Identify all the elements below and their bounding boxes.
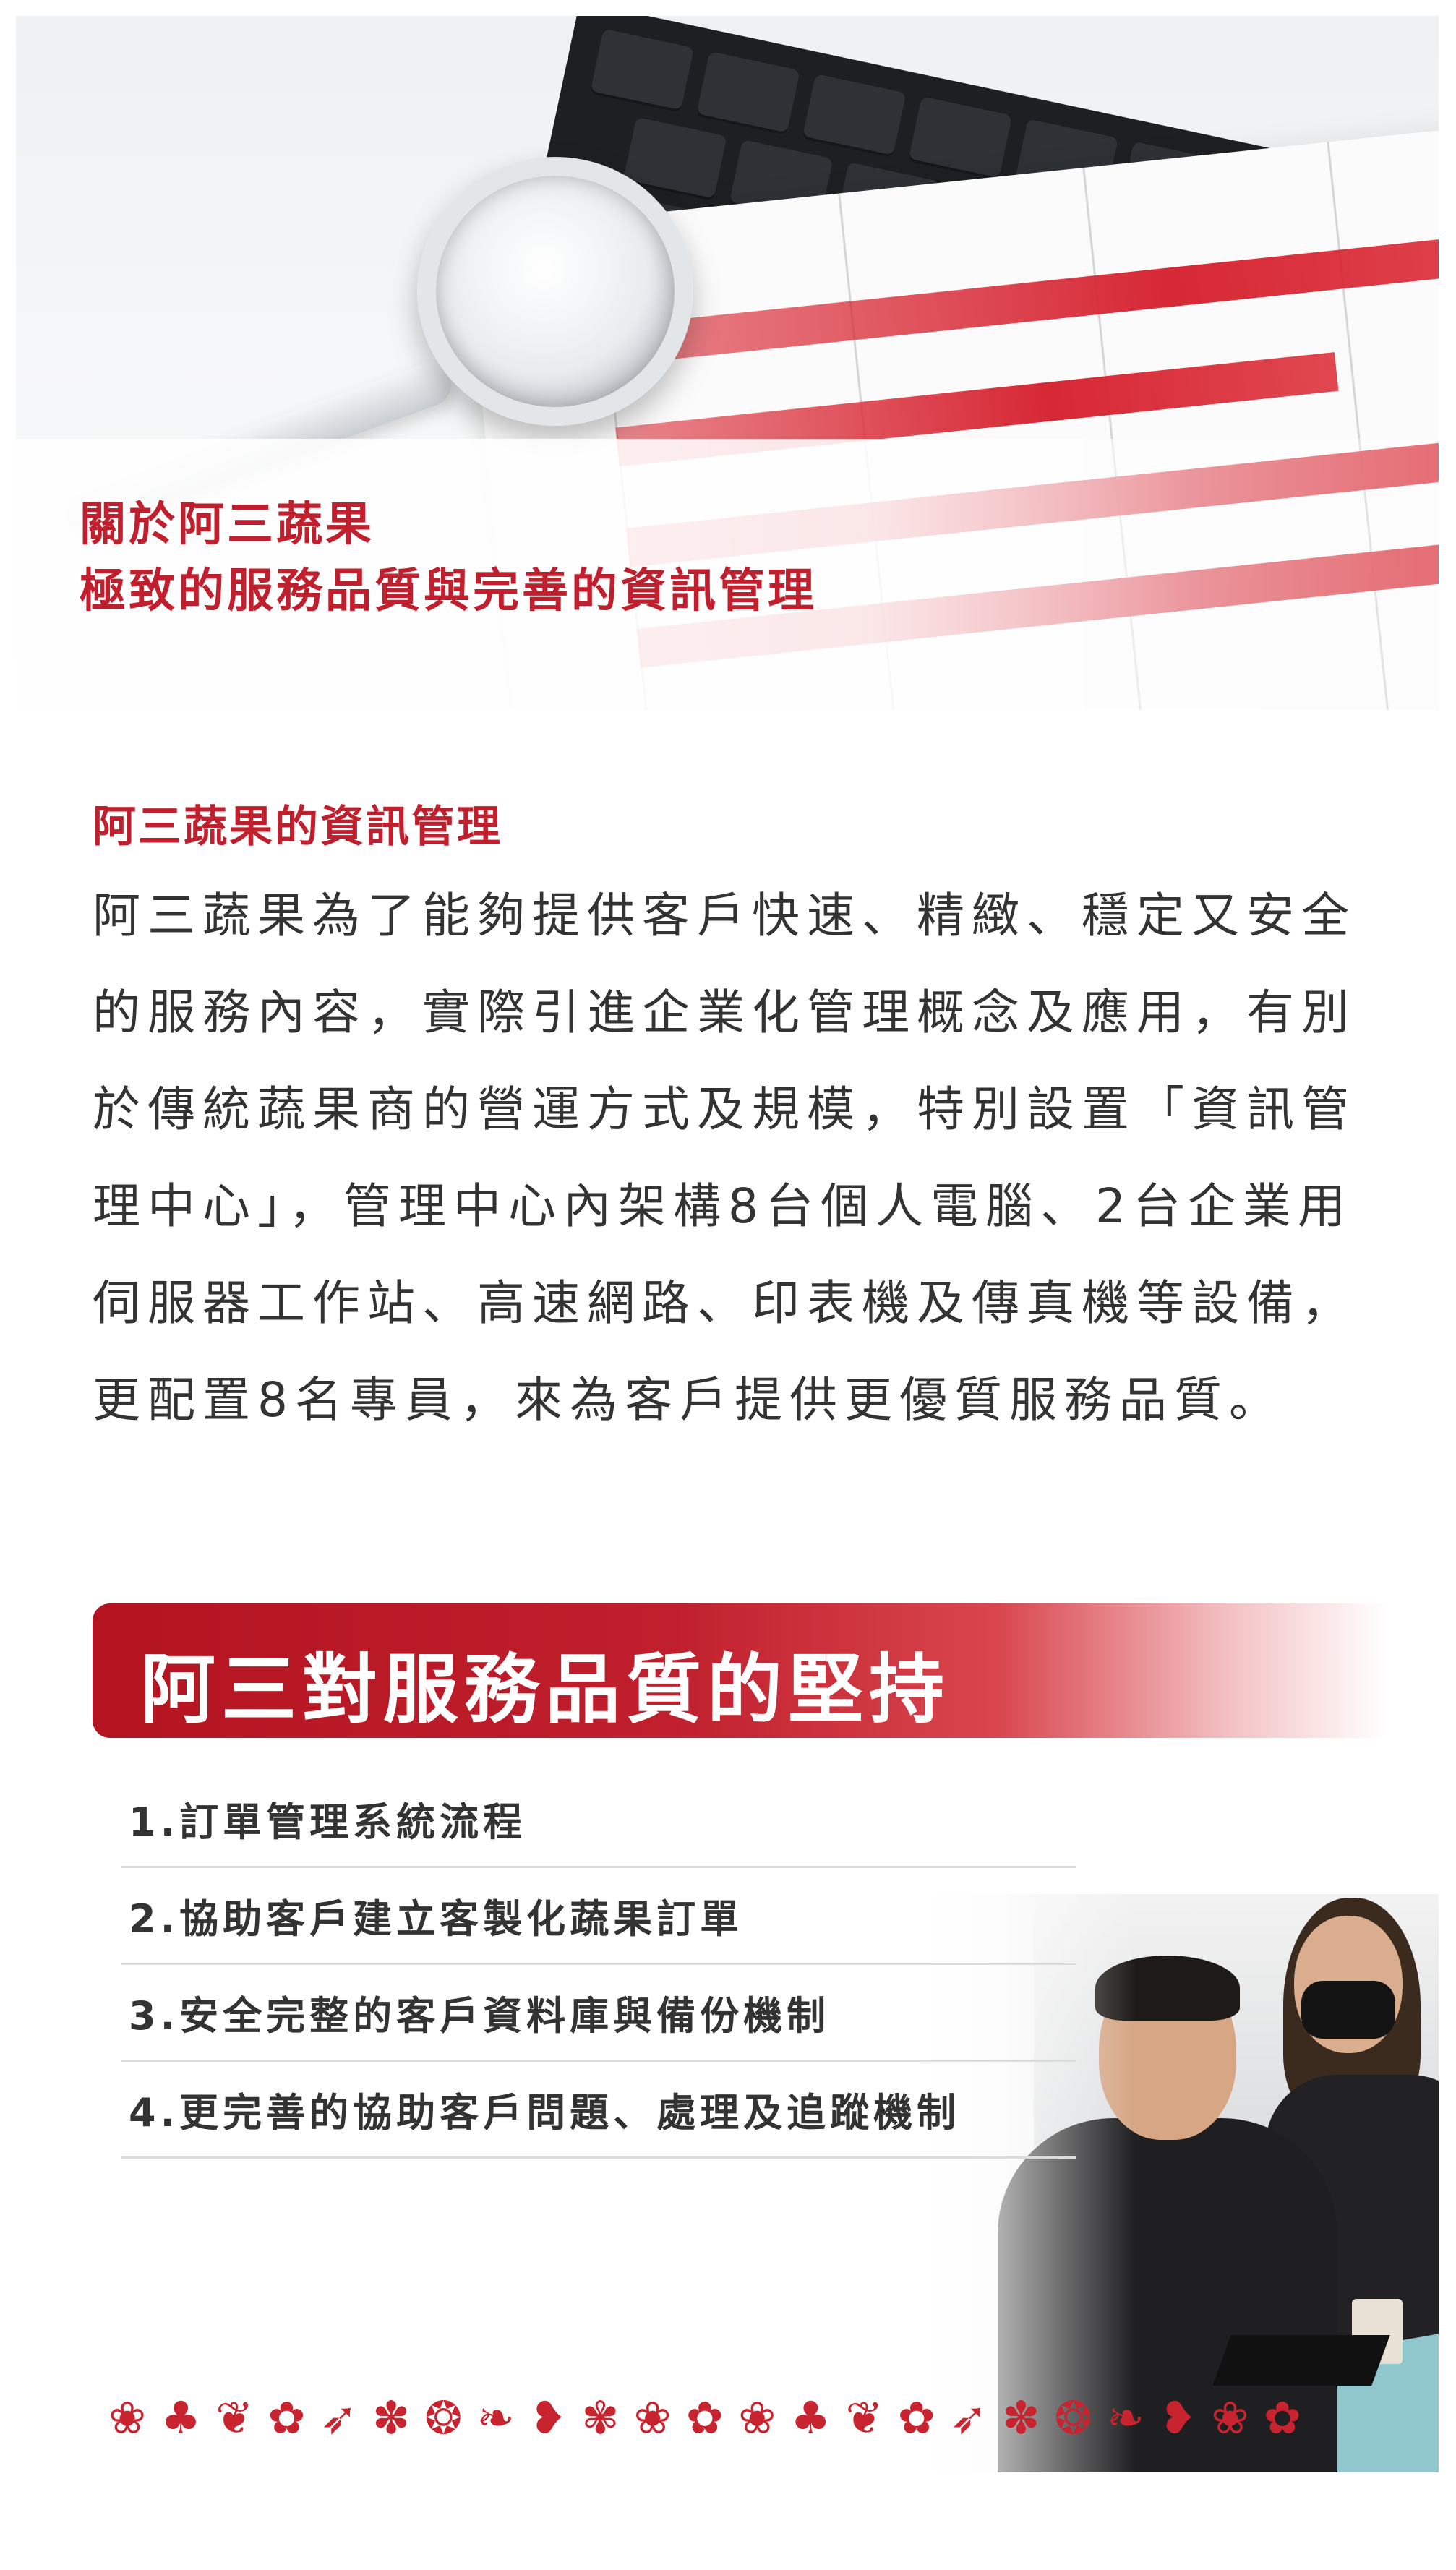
carrot-icon: ➶ <box>950 2391 988 2444</box>
cabbage-icon: ✾ <box>581 2391 620 2444</box>
pumpkin-icon: ✿ <box>897 2391 935 2444</box>
info-paragraph: 阿三蔬果為了能夠提供客戶快速、精緻、穩定又安全的服務內容，實際引進企業化管理概念… <box>93 888 1356 1428</box>
pumpkin-icon: ✿ <box>267 2391 306 2444</box>
info-heading: 阿三蔬果的資訊管理 <box>93 802 502 852</box>
radish-icon: ❧ <box>1106 2391 1144 2444</box>
commitment-item-1: 1.訂單管理系統流程 <box>121 1771 1076 1868</box>
mushroom-icon: ♣ <box>160 2391 201 2444</box>
tomato-icon: ✽ <box>372 2391 411 2444</box>
pepper-icon: ❥ <box>529 2391 567 2444</box>
commitment-item-4: 4.更完善的協助客戶問題、處理及追蹤機制 <box>121 2062 1076 2159</box>
tomato-icon: ✽ <box>1002 2391 1040 2444</box>
eggplant-icon: ❦ <box>845 2391 883 2444</box>
commitment-list: 1.訂單管理系統流程 2.協助客戶建立客製化蔬果訂單 3.安全完整的客戶資料庫與… <box>121 1771 1076 2159</box>
magnifying-glass-icon <box>417 157 693 426</box>
broccoli-icon: ❀ <box>108 2391 146 2444</box>
pumpkin-icon: ✿ <box>685 2391 724 2444</box>
hero-title-line-2: 極致的服務品質與完善的資訊管理 <box>80 565 817 618</box>
pumpkin-icon: ✿ <box>1263 2391 1301 2444</box>
onion-icon: ❂ <box>424 2391 463 2444</box>
broccoli-icon: ❀ <box>738 2391 776 2444</box>
commitment-title: 阿三對服務品質的堅持 <box>140 1645 951 1734</box>
commitment-banner: 阿三對服務品質的堅持 <box>93 1603 1387 1738</box>
onion-icon: ❂ <box>1054 2391 1092 2444</box>
mushroom-icon: ♣ <box>790 2391 831 2444</box>
commitment-item-2: 2.協助客戶建立客製化蔬果訂單 <box>121 1868 1076 1965</box>
carrot-icon: ➶ <box>320 2391 358 2444</box>
broccoli-icon: ❀ <box>633 2391 672 2444</box>
produce-border: ❀ ♣ ❦ ✿ ➶ ✽ ❂ ❧ ❥ ✾ ❀ ✿ ❀ ♣ ❦ ✿ ➶ ✽ ❂ ❧ ❥ ❀ ✿ <box>108 2386 1301 2451</box>
commitment-item-3: 3.安全完整的客戶資料庫與備份機制 <box>121 1965 1076 2062</box>
broccoli-icon: ❀ <box>1211 2391 1249 2444</box>
hero-title-line-1: 關於阿三蔬果 <box>80 498 374 552</box>
hero-title: 關於阿三蔬果 極致的服務品質與完善的資訊管理 <box>80 492 817 625</box>
eggplant-icon: ❦ <box>215 2391 254 2444</box>
pepper-icon: ❥ <box>1159 2391 1197 2444</box>
radish-icon: ❧ <box>476 2391 515 2444</box>
